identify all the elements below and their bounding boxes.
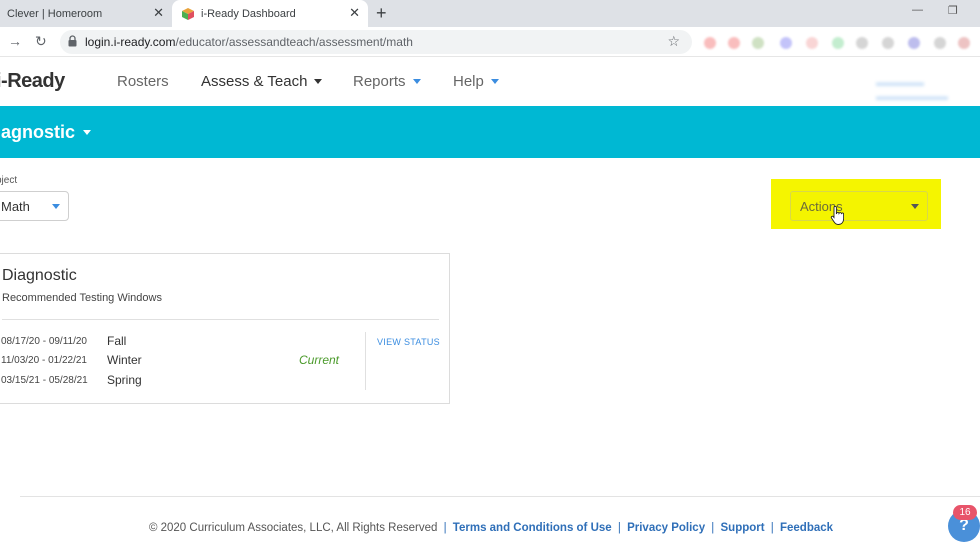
footer-separator: |	[617, 522, 621, 534]
extensions-area	[700, 33, 980, 51]
window-season: Spring	[107, 373, 142, 387]
footer-separator: |	[711, 522, 715, 534]
forward-icon[interactable]: →	[8, 33, 22, 49]
url-text: login.i-ready.com/educator/assessandteac…	[85, 35, 413, 49]
footer-separator: |	[770, 522, 774, 534]
diagnostic-menu-label: iagnostic	[0, 122, 76, 142]
nav-help-label: Help	[453, 73, 484, 90]
diagnostic-band: iagnostic	[0, 106, 980, 158]
close-icon[interactable]: ✕	[349, 6, 360, 20]
nav-assess-teach[interactable]: Assess & Teach	[201, 73, 323, 90]
card-title: Diagnostic	[2, 267, 77, 284]
window-dates: 11/03/20 - 01/22/21	[1, 355, 87, 366]
minimize-icon[interactable]: —	[912, 4, 923, 16]
extension-icon[interactable]	[882, 37, 894, 49]
window-status: Current	[299, 353, 340, 367]
diagnostic-card: Diagnostic Recommended Testing Windows 0…	[0, 253, 450, 404]
window-dates: 08/17/20 - 09/11/20	[1, 336, 87, 347]
close-icon[interactable]: ✕	[153, 6, 164, 20]
extension-icon[interactable]	[934, 37, 946, 49]
nav-assess-teach-label: Assess & Teach	[201, 73, 308, 90]
nav-rosters-label: Rosters	[117, 73, 169, 90]
terms-link[interactable]: Terms and Conditions of Use	[453, 522, 612, 534]
testing-window-row: 03/15/21 - 05/28/21 Spring	[0, 373, 356, 389]
extension-icon[interactable]	[704, 37, 716, 49]
hand-cursor-icon	[830, 206, 844, 225]
plus-icon[interactable]: +	[376, 3, 387, 23]
reload-icon[interactable]: ↻	[35, 33, 47, 49]
subject-select[interactable]: Math	[0, 191, 69, 221]
restore-icon[interactable]: ❐	[948, 4, 958, 17]
footer-divider	[20, 496, 980, 497]
footer: © 2020 Curriculum Associates, LLC, All R…	[0, 522, 980, 534]
extension-icon[interactable]	[780, 37, 792, 49]
browser-tab-iready[interactable]: i-Ready Dashboard ✕	[172, 0, 368, 27]
nav-reports[interactable]: Reports	[353, 73, 421, 90]
extension-icon[interactable]	[832, 37, 844, 49]
header-user-link[interactable]: ▬▬▬▬ ▬▬▬▬▬▬	[876, 75, 980, 103]
tab-title: Clever | Homeroom	[7, 7, 103, 20]
notification-badge: 16	[953, 505, 977, 520]
nav-rosters[interactable]: Rosters	[117, 73, 169, 90]
extension-icon[interactable]	[958, 37, 970, 49]
nav-help[interactable]: Help	[453, 73, 499, 90]
iready-logo[interactable]: i-Ready	[0, 70, 65, 93]
feedback-link[interactable]: Feedback	[780, 522, 833, 534]
nav-reports-label: Reports	[353, 73, 406, 90]
actions-dropdown[interactable]: Actions	[790, 191, 928, 221]
view-status-link[interactable]: VIEW STATUS	[377, 337, 440, 347]
window-season: Winter	[107, 353, 142, 367]
chevron-down-icon	[52, 204, 60, 209]
chevron-down-icon	[83, 130, 92, 135]
subject-value: Math	[1, 199, 30, 214]
extension-icon[interactable]	[728, 37, 740, 49]
browser-tab-clever[interactable]: Clever | Homeroom ✕	[0, 0, 172, 27]
subject-label: bject	[0, 175, 18, 186]
lock-icon	[68, 35, 77, 47]
footer-separator: |	[443, 522, 447, 534]
chevron-down-icon	[314, 79, 323, 84]
bookmark-star-icon[interactable]: ☆	[667, 33, 680, 50]
privacy-link[interactable]: Privacy Policy	[627, 522, 705, 534]
extension-icon[interactable]	[752, 37, 764, 49]
extension-icon[interactable]	[806, 37, 818, 49]
tab-title: i-Ready Dashboard	[201, 7, 296, 20]
app-header: i-Ready Rosters Assess & Teach Reports H…	[0, 58, 980, 105]
extension-icon[interactable]	[908, 37, 920, 49]
chevron-down-icon	[490, 79, 499, 84]
copyright-text: © 2020 Curriculum Associates, LLC, All R…	[148, 522, 438, 534]
testing-window-row: 11/03/20 - 01/22/21 Winter Current	[0, 353, 356, 369]
browser-tab-strip: Clever | Homeroom ✕ i-Ready Dashboard ✕ …	[0, 0, 980, 27]
extension-icon[interactable]	[856, 37, 868, 49]
divider	[365, 332, 366, 390]
window-season: Fall	[107, 334, 127, 348]
window-dates: 03/15/21 - 05/28/21	[1, 375, 88, 386]
address-bar[interactable]: login.i-ready.com/educator/assessandteac…	[60, 30, 692, 54]
card-subtitle: Recommended Testing Windows	[2, 292, 162, 304]
testing-window-row: 08/17/20 - 09/11/20 Fall	[0, 334, 356, 350]
iready-favicon-icon	[182, 7, 194, 20]
divider	[2, 319, 439, 320]
diagnostic-menu[interactable]: iagnostic	[0, 122, 92, 143]
chevron-down-icon	[412, 79, 421, 84]
chevron-down-icon	[911, 204, 919, 209]
support-link[interactable]: Support	[721, 522, 765, 534]
